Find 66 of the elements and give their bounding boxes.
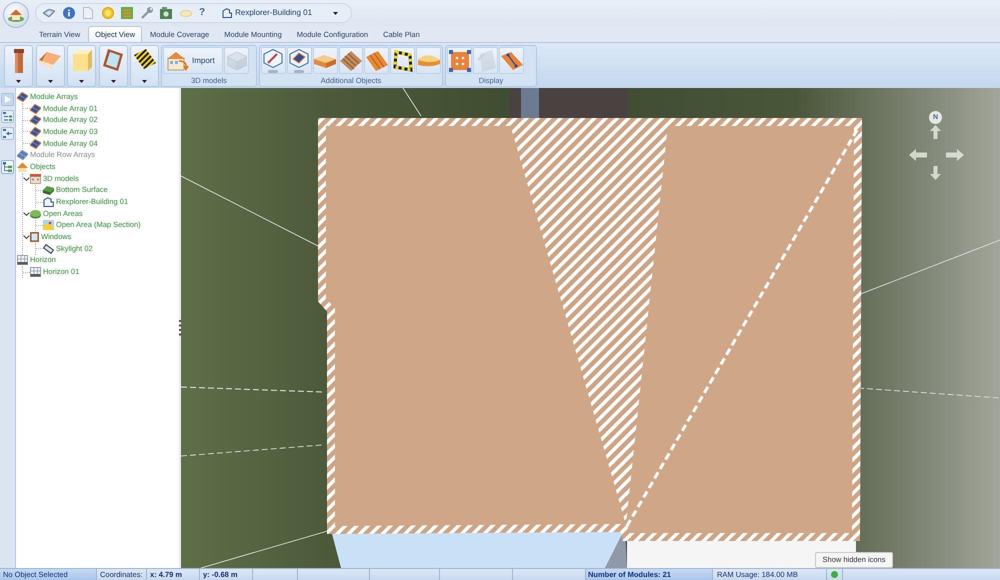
tiles-icon [340, 50, 362, 70]
chevron-down-icon[interactable] [23, 235, 30, 240]
wall-icon [72, 49, 92, 71]
ribbon-button[interactable] [390, 47, 416, 74]
house-icon [8, 8, 24, 22]
expand-icon [3, 112, 12, 121]
tilted-panel-icon [476, 50, 496, 72]
wrench-icon[interactable] [140, 7, 152, 19]
window-icon [30, 232, 39, 242]
dotted-square-icon [448, 50, 470, 72]
tree-view-button[interactable] [1, 160, 14, 174]
cushion-icon [418, 54, 440, 68]
solar-panel-icon [30, 138, 41, 149]
planks-icon [366, 50, 388, 70]
house-arrow-icon [167, 50, 189, 70]
building-outline-icon [43, 197, 54, 208]
window-icon [103, 49, 123, 71]
ribbon-button[interactable] [4, 45, 33, 87]
house-icon [17, 162, 28, 172]
measure-icon [500, 52, 522, 70]
striped-plane-icon [134, 49, 156, 69]
camera-icon[interactable] [160, 7, 172, 19]
solar-panel-icon [30, 104, 41, 114]
chimney-icon [14, 49, 24, 73]
roof-icon [39, 49, 61, 69]
sun-icon[interactable] [102, 7, 114, 19]
solar-panel-icon [30, 126, 41, 137]
chevron-down-icon[interactable] [23, 176, 30, 181]
dashed-frame-icon [392, 50, 413, 72]
tree-icon [3, 162, 12, 172]
play-icon [4, 96, 10, 103]
solar-panel-icon [17, 150, 28, 160]
ribbon-button[interactable] [130, 45, 159, 87]
mesh-icon [226, 52, 246, 70]
caret-icon [333, 12, 338, 14]
import-button[interactable]: Import [163, 47, 223, 74]
building-icon [30, 174, 41, 184]
document-selector[interactable]: Rexplorer-Building 01 [222, 6, 338, 20]
chevron-down-icon[interactable] [23, 212, 30, 216]
status-dot-icon [831, 571, 838, 578]
arrow-down-icon[interactable] [930, 166, 941, 180]
flat-area-icon [30, 208, 41, 219]
help-button[interactable]: ? [199, 8, 206, 18]
collapse-button[interactable] [1, 127, 14, 140]
ribbon-button[interactable] [286, 47, 312, 74]
collapse-icon [3, 129, 12, 138]
arrow-right-icon[interactable] [946, 149, 964, 161]
skylight-icon [43, 244, 54, 254]
grid-icon [30, 267, 41, 278]
solar-panel-icon [17, 92, 28, 102]
arrow-left-icon[interactable] [909, 149, 927, 161]
ribbon-button[interactable] [499, 47, 524, 74]
building-outline-icon [222, 8, 232, 18]
app-menu-button[interactable] [3, 2, 29, 28]
guide-line [402, 88, 422, 116]
expand-button[interactable] [1, 110, 14, 123]
arrow-up-icon[interactable] [930, 125, 941, 139]
map-icon [43, 220, 54, 230]
hexagon-pen-icon [263, 48, 284, 72]
solar-panel-icon [30, 115, 41, 126]
map-icon[interactable] [43, 9, 55, 17]
flat-box-icon [314, 54, 336, 68]
hexagon-panel-icon [289, 48, 310, 72]
info-icon[interactable] [62, 7, 74, 19]
slab-icon [43, 185, 54, 196]
grid-icon [17, 255, 28, 266]
